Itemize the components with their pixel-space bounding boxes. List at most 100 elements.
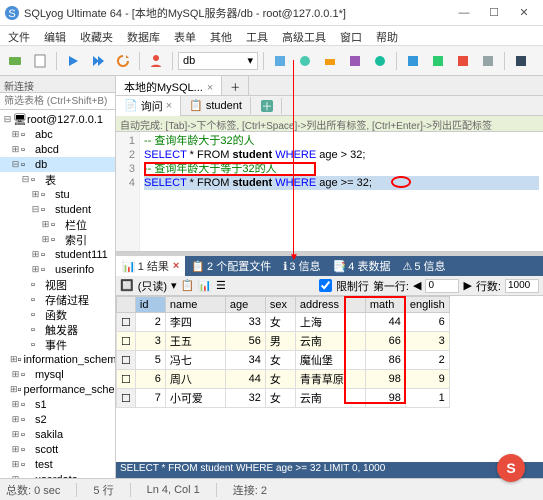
tool-icon-9[interactable] <box>477 50 499 72</box>
cell[interactable]: ☐ <box>117 389 136 408</box>
tool-icon-7[interactable] <box>427 50 449 72</box>
menu-window[interactable]: 窗口 <box>338 26 364 45</box>
result-grid[interactable]: idnameagesexaddressmathenglish☐2李四33女上海4… <box>116 296 450 408</box>
cell[interactable]: 44 <box>225 370 265 389</box>
tab-student[interactable]: 📋student <box>181 97 251 114</box>
menu-help[interactable]: 帮助 <box>374 26 400 45</box>
cell[interactable]: 6 <box>405 313 449 332</box>
cell[interactable]: 青青草原 <box>295 370 365 389</box>
tree-item[interactable]: ⊞▫栏位 <box>0 217 115 232</box>
cell[interactable]: 6 <box>135 370 165 389</box>
cell[interactable]: 女 <box>265 370 295 389</box>
tree-item[interactable]: ▫存储过程 <box>0 292 115 307</box>
cell[interactable]: 98 <box>365 389 405 408</box>
float-button[interactable]: S <box>497 454 525 482</box>
col-header[interactable]: english <box>405 297 449 313</box>
menu-table[interactable]: 表单 <box>172 26 198 45</box>
tree-item[interactable]: ⊟▫student <box>0 202 115 217</box>
close-icon[interactable]: × <box>207 82 213 94</box>
tool-icon-3[interactable] <box>319 50 341 72</box>
col-header[interactable]: sex <box>265 297 295 313</box>
cell[interactable]: 女 <box>265 313 295 332</box>
col-header[interactable]: name <box>165 297 225 313</box>
tree-item[interactable]: ⊞▫student111 <box>0 247 115 262</box>
tree[interactable]: ⊟🖥root@127.0.0.1 ⊞▫abc⊞▫abcd⊟▫db⊟▫表⊞▫stu… <box>0 110 115 478</box>
cell[interactable]: 7 <box>135 389 165 408</box>
cell[interactable]: 34 <box>225 351 265 370</box>
conn-tab[interactable]: 本地的MySQL...× <box>116 76 222 95</box>
tree-item[interactable]: ⊞▫information_schema <box>0 352 115 367</box>
add-conn-tab[interactable]: ＋ <box>222 76 249 95</box>
tree-item[interactable]: ⊞▫test <box>0 457 115 472</box>
tree-item[interactable]: ⊞▫s1 <box>0 397 115 412</box>
tree-item[interactable]: ⊞▫stu <box>0 187 115 202</box>
cell[interactable]: 上海 <box>295 313 365 332</box>
tree-item[interactable]: ⊟▫表 <box>0 172 115 187</box>
tree-item[interactable]: ▫函数 <box>0 307 115 322</box>
new-conn-icon[interactable] <box>4 50 26 72</box>
col-header[interactable] <box>117 297 136 313</box>
limit-checkbox[interactable] <box>319 279 332 292</box>
first-row-input[interactable] <box>425 279 459 293</box>
cell[interactable]: 3 <box>135 332 165 351</box>
cell[interactable]: ☐ <box>117 313 136 332</box>
tree-item[interactable]: ⊞▫performance_schema <box>0 382 115 397</box>
cell[interactable]: 云南 <box>295 332 365 351</box>
rtab-tabledata[interactable]: 📑 4 表数据 <box>327 256 397 276</box>
cell[interactable]: 2 <box>135 313 165 332</box>
tool-icon-1[interactable] <box>269 50 291 72</box>
close-icon[interactable]: × <box>173 260 179 272</box>
tree-item[interactable]: ⊞▫userinfo <box>0 262 115 277</box>
cell[interactable]: 小可爱 <box>165 389 225 408</box>
cell[interactable]: 56 <box>225 332 265 351</box>
execute-icon[interactable] <box>62 50 84 72</box>
tool-icon-2[interactable] <box>294 50 316 72</box>
execute-all-icon[interactable] <box>87 50 109 72</box>
cell[interactable]: 66 <box>365 332 405 351</box>
cell[interactable]: 女 <box>265 389 295 408</box>
sql-editor[interactable]: 1234 -- 查询年龄大于32的人 SELECT * FROM student… <box>116 132 543 252</box>
tree-root[interactable]: ⊟🖥root@127.0.0.1 <box>0 112 115 127</box>
tool-icon-10[interactable] <box>510 50 532 72</box>
cell[interactable]: 李四 <box>165 313 225 332</box>
cell[interactable]: 5 <box>135 351 165 370</box>
cell[interactable]: 33 <box>225 313 265 332</box>
db-selector[interactable]: db▾ <box>178 52 258 70</box>
cell[interactable]: 云南 <box>295 389 365 408</box>
close-button[interactable]: ✕ <box>509 2 539 24</box>
menu-file[interactable]: 文件 <box>6 26 32 45</box>
cell[interactable]: ☐ <box>117 332 136 351</box>
menu-fav[interactable]: 收藏夹 <box>78 26 115 45</box>
cell[interactable]: 98 <box>365 370 405 389</box>
tree-item[interactable]: ⊞▫userdata <box>0 472 115 478</box>
tree-item[interactable]: ⊞▫sakila <box>0 427 115 442</box>
tree-item[interactable]: ⊞▫abc <box>0 127 115 142</box>
col-header[interactable]: age <box>225 297 265 313</box>
cell[interactable]: 86 <box>365 351 405 370</box>
cell[interactable]: 女 <box>265 351 295 370</box>
col-header[interactable]: address <box>295 297 365 313</box>
menu-tools[interactable]: 工具 <box>244 26 270 45</box>
tree-item[interactable]: ▫视图 <box>0 277 115 292</box>
cell[interactable]: 1 <box>405 389 449 408</box>
menu-adv[interactable]: 高级工具 <box>280 26 328 45</box>
cell[interactable]: ☐ <box>117 370 136 389</box>
tool-icon-5[interactable] <box>369 50 391 72</box>
tree-item[interactable]: ⊞▫abcd <box>0 142 115 157</box>
code-area[interactable]: -- 查询年龄大于32的人 SELECT * FROM student WHER… <box>140 132 543 251</box>
cell[interactable]: 2 <box>405 351 449 370</box>
filter-input[interactable] <box>0 93 115 109</box>
menu-edit[interactable]: 编辑 <box>42 26 68 45</box>
tab-query[interactable]: 📄询问× <box>116 96 181 116</box>
cell[interactable]: 王五 <box>165 332 225 351</box>
refresh-icon[interactable] <box>112 50 134 72</box>
minimize-button[interactable]: — <box>449 2 479 24</box>
row-count-input[interactable] <box>505 279 539 293</box>
tree-item[interactable]: ▫事件 <box>0 337 115 352</box>
rtab-msg[interactable]: ⚠ 5 信息 <box>396 256 451 276</box>
tool-icon-6[interactable] <box>402 50 424 72</box>
col-header[interactable]: math <box>365 297 405 313</box>
cell[interactable]: 3 <box>405 332 449 351</box>
menu-db[interactable]: 数据库 <box>125 26 162 45</box>
tree-item[interactable]: ⊞▫s2 <box>0 412 115 427</box>
